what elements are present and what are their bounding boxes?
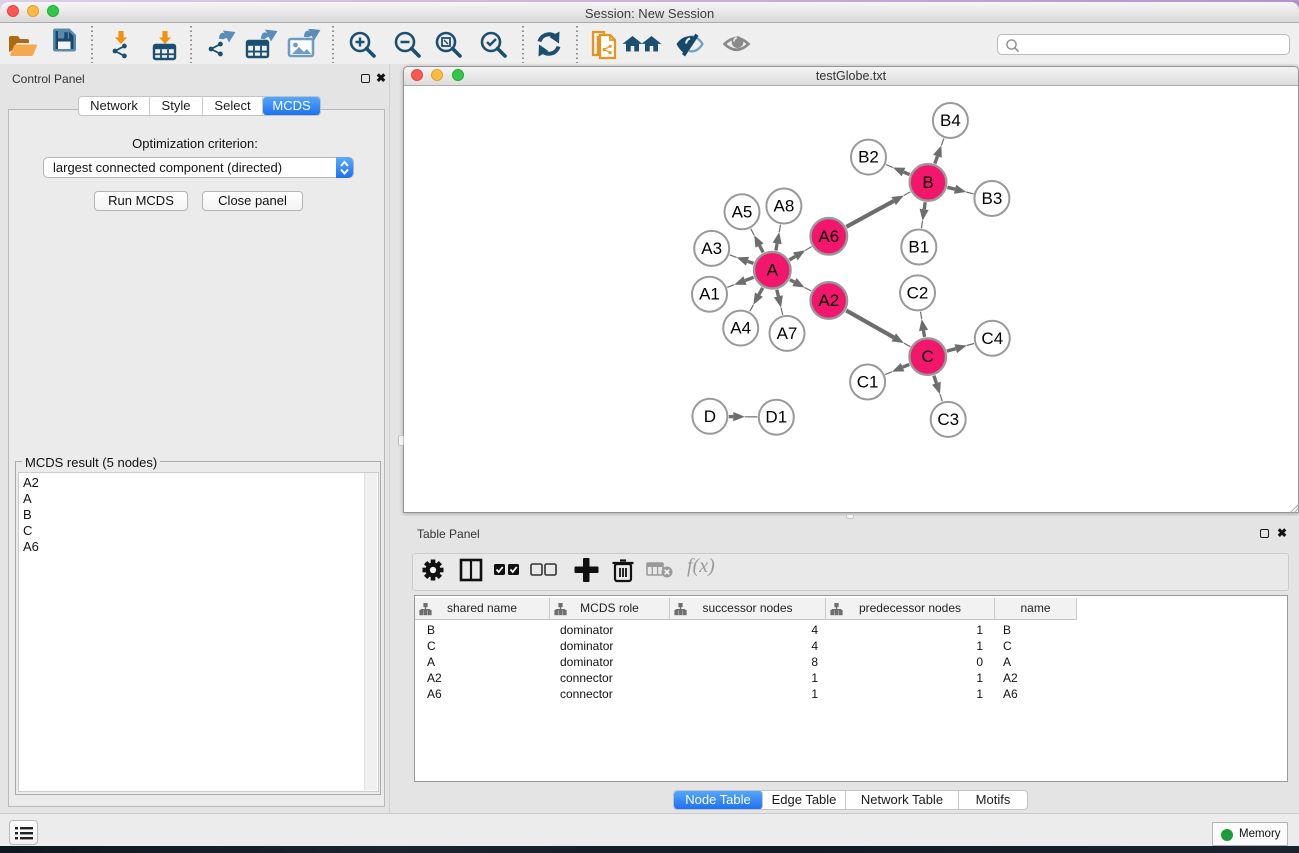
svg-text:B: B <box>922 173 933 192</box>
svg-text:A8: A8 <box>774 197 795 216</box>
svg-text:C2: C2 <box>907 283 929 302</box>
svg-text:C: C <box>922 347 934 366</box>
svg-text:A4: A4 <box>730 319 751 338</box>
svg-text:C3: C3 <box>937 410 959 429</box>
svg-text:A3: A3 <box>701 239 722 258</box>
svg-text:D: D <box>704 407 716 426</box>
svg-text:A: A <box>767 261 779 280</box>
svg-text:A6: A6 <box>818 227 839 246</box>
svg-text:A7: A7 <box>777 324 798 343</box>
svg-text:D1: D1 <box>765 408 787 427</box>
svg-text:B1: B1 <box>908 238 929 257</box>
svg-text:A5: A5 <box>732 202 753 221</box>
svg-text:B3: B3 <box>982 189 1003 208</box>
svg-text:A1: A1 <box>699 285 720 304</box>
svg-text:B4: B4 <box>940 111 961 130</box>
svg-text:A2: A2 <box>818 291 839 310</box>
svg-text:B2: B2 <box>858 148 879 167</box>
svg-text:C4: C4 <box>981 329 1003 348</box>
svg-text:C1: C1 <box>857 373 879 392</box>
